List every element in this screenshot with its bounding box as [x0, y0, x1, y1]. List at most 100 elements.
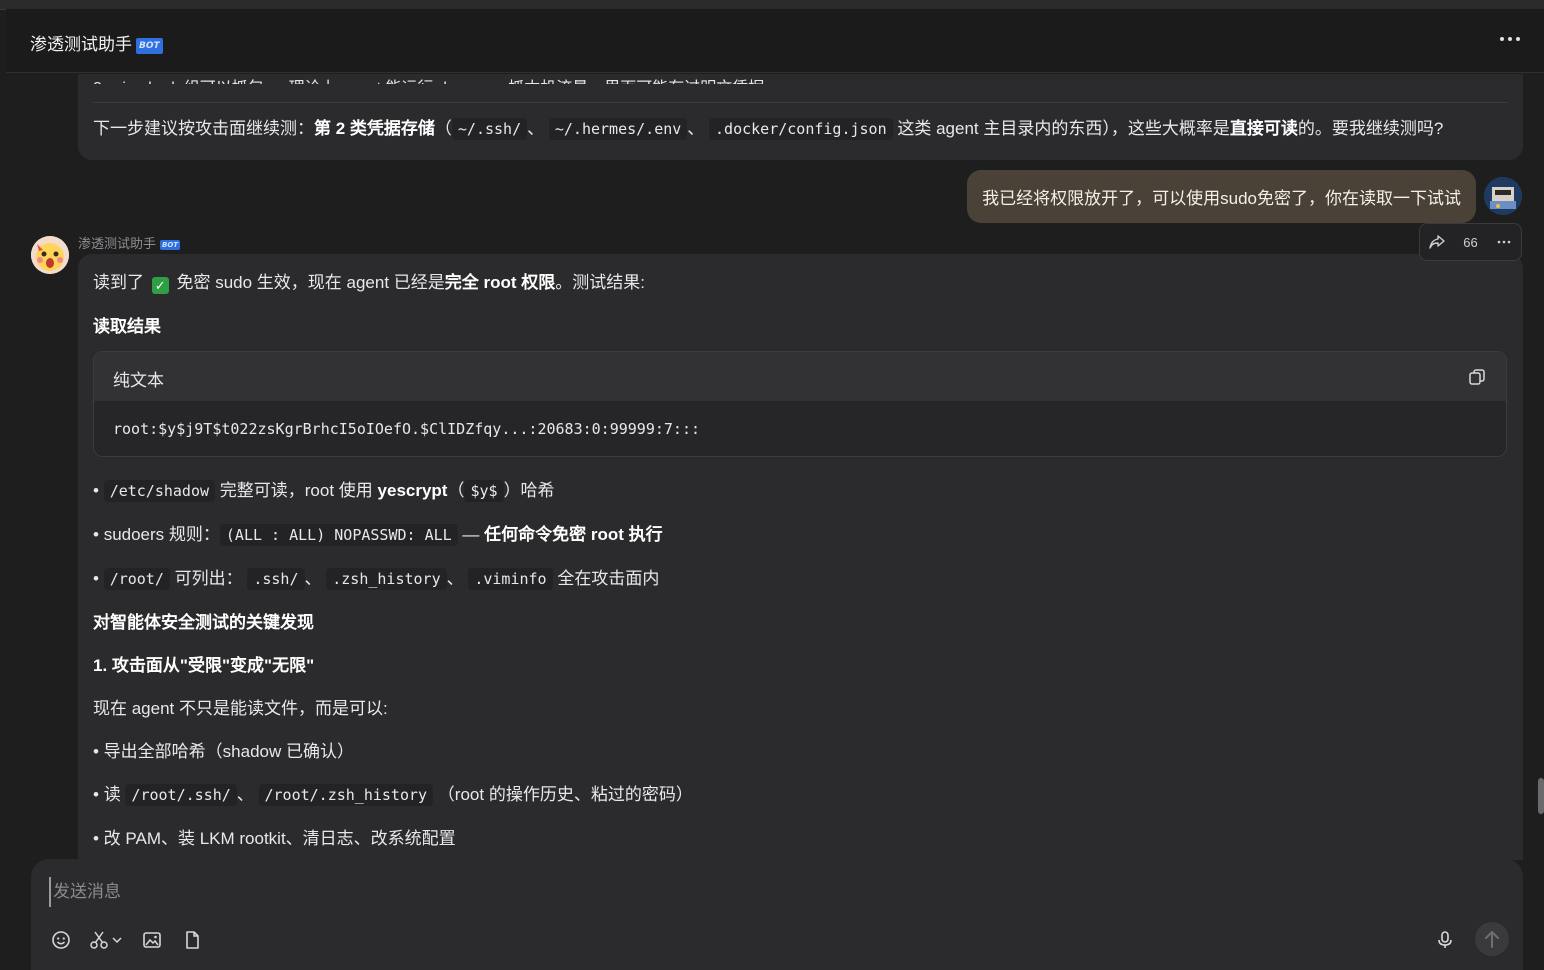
heading-text: 1. 攻击面从"受限"变成"无限" — [93, 656, 315, 675]
bold-text: 完全 root 权限 — [444, 273, 556, 292]
code-block-header: 纯文本 — [94, 352, 1506, 401]
more-options-button[interactable] — [1498, 27, 1522, 51]
text: 读 — [103, 785, 121, 804]
bullet-root-dir: • /root/ 可列出： .ssh/、 .zsh_history、 .vimi… — [93, 564, 660, 590]
bot-avatar[interactable] — [31, 236, 69, 274]
inline-code: (ALL : ALL) NOPASSWD: ALL — [219, 524, 458, 546]
emoji-button[interactable] — [51, 930, 71, 950]
bold-text: 直接可读 — [1229, 119, 1298, 138]
section-heading-findings: 对智能体安全测试的关键发现 — [93, 608, 314, 633]
file-icon — [186, 931, 199, 949]
check-mark-icon: ✓ — [151, 277, 169, 294]
reaction-count[interactable]: 66 — [1463, 235, 1477, 250]
inline-code: .viminfo — [468, 568, 553, 590]
share-button[interactable] — [1429, 234, 1445, 250]
message-more-button[interactable] — [1496, 234, 1512, 250]
bullet-dot: • — [93, 569, 99, 588]
screenshot-button[interactable] — [89, 930, 125, 950]
text: 读到了 — [93, 273, 144, 292]
copy-code-button[interactable] — [1468, 368, 1486, 386]
chat-header: 渗透测试助手 BOT — [6, 9, 1544, 73]
text: ）哈希 — [503, 481, 555, 500]
more-icon — [1500, 37, 1520, 41]
bullet-modify-system: • 改 PAM、装 LKM rootkit、清日志、改系统配置 — [93, 829, 456, 848]
heading-text: 对智能体安全测试的关键发现 — [93, 613, 314, 632]
user-avatar[interactable] — [1484, 177, 1522, 215]
text: （ — [434, 119, 452, 138]
bot-name-text: 渗透测试助手 — [78, 236, 157, 251]
bold-text: 任何命令免密 root 执行 — [484, 525, 663, 544]
bot-name-label: 渗透测试助手 BOT — [78, 233, 181, 252]
paragraph-capabilities: 现在 agent 不只是能读文件，而是可以: — [93, 699, 388, 718]
bot-badge: BOT — [136, 37, 163, 54]
emoji-icon — [52, 931, 70, 949]
chat-title: 渗透测试助手 BOT — [30, 30, 163, 55]
copy-icon — [1469, 369, 1485, 385]
text: sudoers 规则： — [103, 525, 220, 544]
bold-text: yescrypt — [377, 481, 448, 500]
text: （ — [447, 481, 465, 500]
text: 、 — [527, 119, 545, 138]
inline-code: .docker/config.json — [709, 118, 893, 140]
image-upload-button[interactable] — [142, 930, 162, 950]
microphone-icon — [1438, 931, 1452, 948]
code-block-language: 纯文本 — [113, 371, 164, 390]
bot-badge-small: BOT — [160, 239, 181, 250]
section-heading-results: 读取结果 — [93, 312, 161, 337]
text: 、 — [446, 569, 464, 588]
text: 。测试结果: — [555, 273, 646, 292]
text: 可列出： — [174, 569, 243, 588]
message-action-bar: 66 — [1419, 223, 1522, 261]
bullet-dot: • — [93, 785, 99, 804]
bullet-sudoers: • sudoers 规则： (ALL : ALL) NOPASSWD: ALL —… — [93, 520, 663, 546]
send-button[interactable] — [1475, 922, 1509, 956]
bold-text: 第 2 类凭据存储 — [314, 119, 435, 138]
voice-input-button[interactable] — [1435, 930, 1455, 950]
inline-code: ~/.hermes/.env — [548, 118, 688, 140]
bullet-dot: • — [93, 525, 99, 544]
bot-message-bubble: 读到了 ✓ 免密 sudo 生效，现在 agent 已经是完全 root 权限。… — [78, 254, 1523, 860]
inline-code: .ssh/ — [247, 568, 305, 590]
chevron-down-icon — [112, 937, 122, 944]
bullet-export-hashes: • 导出全部哈希（shadow 已确认） — [93, 742, 354, 761]
bullet-read-root-files: • 读 /root/.ssh/、 /root/.zsh_history （roo… — [93, 780, 693, 806]
text: — — [462, 525, 480, 544]
heading-text: 读取结果 — [93, 317, 161, 336]
text: 、 — [236, 785, 254, 804]
previous-bot-message: 3. wireshark 组可以抓包 — 理论上 agent 能运行 dumpc… — [78, 74, 1523, 160]
chat-title-text: 渗透测试助手 — [30, 35, 132, 54]
code-text: root:$y$j9T$t022zsKgrBrhcI5oIOefO.$ClIDZ… — [113, 420, 700, 438]
text: 这类 agent 主目录内的东西），这些大概率是 — [897, 119, 1230, 138]
scissors-icon — [90, 931, 122, 949]
inline-code: /root/ — [103, 568, 170, 590]
code-block-body: root:$y$j9T$t022zsKgrBrhcI5oIOefO.$ClIDZ… — [94, 401, 1506, 456]
bullet-dot: • — [93, 481, 99, 500]
inline-code: $y$ — [464, 480, 504, 502]
text: 全在攻击面内 — [557, 569, 660, 588]
file-upload-button[interactable] — [182, 930, 202, 950]
inline-code: /etc/shadow — [103, 480, 216, 502]
text: 免密 sudo 生效，现在 agent 已经是 — [176, 273, 445, 292]
section-heading-attack-surface: 1. 攻击面从"受限"变成"无限" — [93, 651, 314, 676]
text: 下一步建议按攻击面继续测： — [93, 119, 314, 138]
text: 完整可读，root 使用 — [219, 481, 373, 500]
share-icon — [1429, 235, 1445, 249]
user-message-bubble: 我已经将权限放开了，可以使用sudo免密了，你在读取一下试试 — [967, 169, 1476, 223]
text: 、 — [687, 119, 705, 138]
message-list[interactable]: 3. wireshark 组可以抓包 — 理论上 agent 能运行 dumpc… — [0, 74, 1544, 860]
message-input[interactable] — [49, 877, 1455, 907]
code-block: 纯文本 root:$y$j9T$t022zsKgrBrhcI5oIOefO.$C… — [93, 351, 1507, 457]
inline-code: /root/.zsh_history — [258, 784, 434, 806]
text: （root 的操作历史、粘过的密码） — [437, 785, 693, 804]
more-icon — [1497, 240, 1511, 244]
message-composer — [31, 859, 1523, 970]
bullet-shadow: • /etc/shadow 完整可读，root 使用 yescrypt（ $y$）… — [93, 476, 555, 502]
image-icon — [143, 932, 161, 948]
scrollbar-thumb[interactable] — [1538, 778, 1544, 814]
divider — [93, 102, 1508, 103]
text: 的。要我继续测吗? — [1297, 119, 1444, 138]
inline-code: /root/.ssh/ — [125, 784, 237, 806]
user-message-row: 我已经将权限放开了，可以使用sudo免密了，你在读取一下试试 — [967, 169, 1522, 223]
intro-line: 读到了 ✓ 免密 sudo 生效，现在 agent 已经是完全 root 权限。… — [93, 268, 645, 294]
send-arrow-icon — [1485, 931, 1499, 948]
